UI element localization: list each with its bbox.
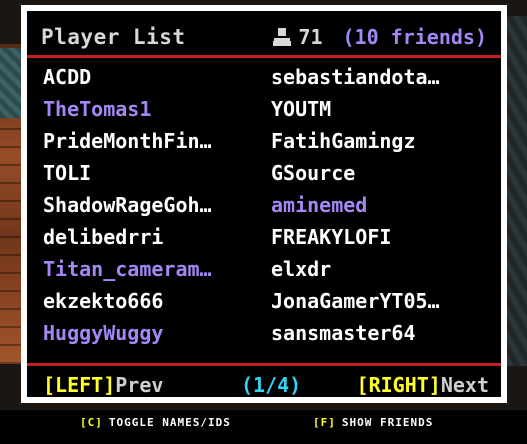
friend-player-name[interactable]: aminemed: [271, 193, 367, 217]
player-row: TheTomas1 YOUTM: [43, 97, 489, 127]
next-label: Next: [440, 373, 489, 397]
header-divider: [27, 55, 501, 58]
prev-label: Prev: [115, 373, 164, 397]
player-name[interactable]: YOUTM: [271, 97, 331, 121]
friends-count: (10 friends): [342, 25, 488, 49]
show-friends-hint[interactable]: [F] SHOW FRIENDS: [313, 416, 433, 429]
player-name[interactable]: GSource: [271, 161, 355, 185]
player-name[interactable]: TOLI: [43, 161, 91, 185]
next-key-label: [RIGHT]: [356, 373, 441, 397]
player-name[interactable]: ekzekto666: [43, 289, 163, 313]
player-list-panel: Player List 71 (10 friends) ACDD sebastia…: [21, 5, 507, 403]
page-indicator: (1/4): [241, 373, 302, 397]
next-page-button[interactable]: [RIGHT]Next: [357, 373, 489, 397]
player-row: Titan_cameram… elxdr: [43, 257, 489, 287]
prev-page-button[interactable]: [LEFT]Prev: [43, 373, 163, 397]
pagination-bar: [LEFT]Prev (1/4) [RIGHT]Next: [43, 371, 489, 397]
player-name[interactable]: delibedrri: [43, 225, 163, 249]
panel-title: Player List: [41, 25, 186, 49]
friends-key-label: [F]: [313, 416, 336, 429]
friends-label: SHOW FRIENDS: [341, 416, 434, 429]
friend-player-name[interactable]: HuggyWuggy: [43, 321, 163, 345]
player-count: 71: [298, 25, 323, 49]
player-name[interactable]: ShadowRageGoh…: [43, 193, 212, 217]
player-name[interactable]: FatihGamingz: [271, 129, 416, 153]
friend-player-name[interactable]: TheTomas1: [43, 97, 151, 121]
person-icon: [272, 27, 292, 47]
player-name[interactable]: sansmaster64: [271, 321, 416, 345]
player-name[interactable]: FREAKYLOFI: [271, 225, 391, 249]
player-name[interactable]: PrideMonthFin…: [43, 129, 212, 153]
player-row: ACDD sebastiandota…: [43, 65, 489, 95]
player-name[interactable]: JonaGamerYT05…: [271, 289, 440, 313]
toggle-names-hint[interactable]: [C] TOGGLE NAMES/IDS: [80, 416, 231, 429]
player-row: PrideMonthFin… FatihGamingz: [43, 129, 489, 159]
player-name[interactable]: elxdr: [271, 257, 331, 281]
toggle-key-label: [C]: [80, 416, 103, 429]
toggle-label: TOGGLE NAMES/IDS: [108, 416, 231, 429]
player-row: TOLI GSource: [43, 161, 489, 191]
player-count-area: 71 (10 friends): [272, 25, 487, 49]
player-row: delibedrri FREAKYLOFI: [43, 225, 489, 255]
panel-header: Player List 71 (10 friends): [41, 21, 487, 53]
prev-key-label: [LEFT]: [43, 373, 116, 397]
friend-player-name[interactable]: Titan_cameram…: [43, 257, 212, 281]
player-row: HuggyWuggy sansmaster64: [43, 321, 489, 351]
footer-divider: [27, 363, 501, 366]
player-name[interactable]: ACDD: [43, 65, 91, 89]
player-name[interactable]: sebastiandota…: [271, 65, 440, 89]
player-row: ShadowRageGoh… aminemed: [43, 193, 489, 223]
player-row: ekzekto666 JonaGamerYT05…: [43, 289, 489, 319]
